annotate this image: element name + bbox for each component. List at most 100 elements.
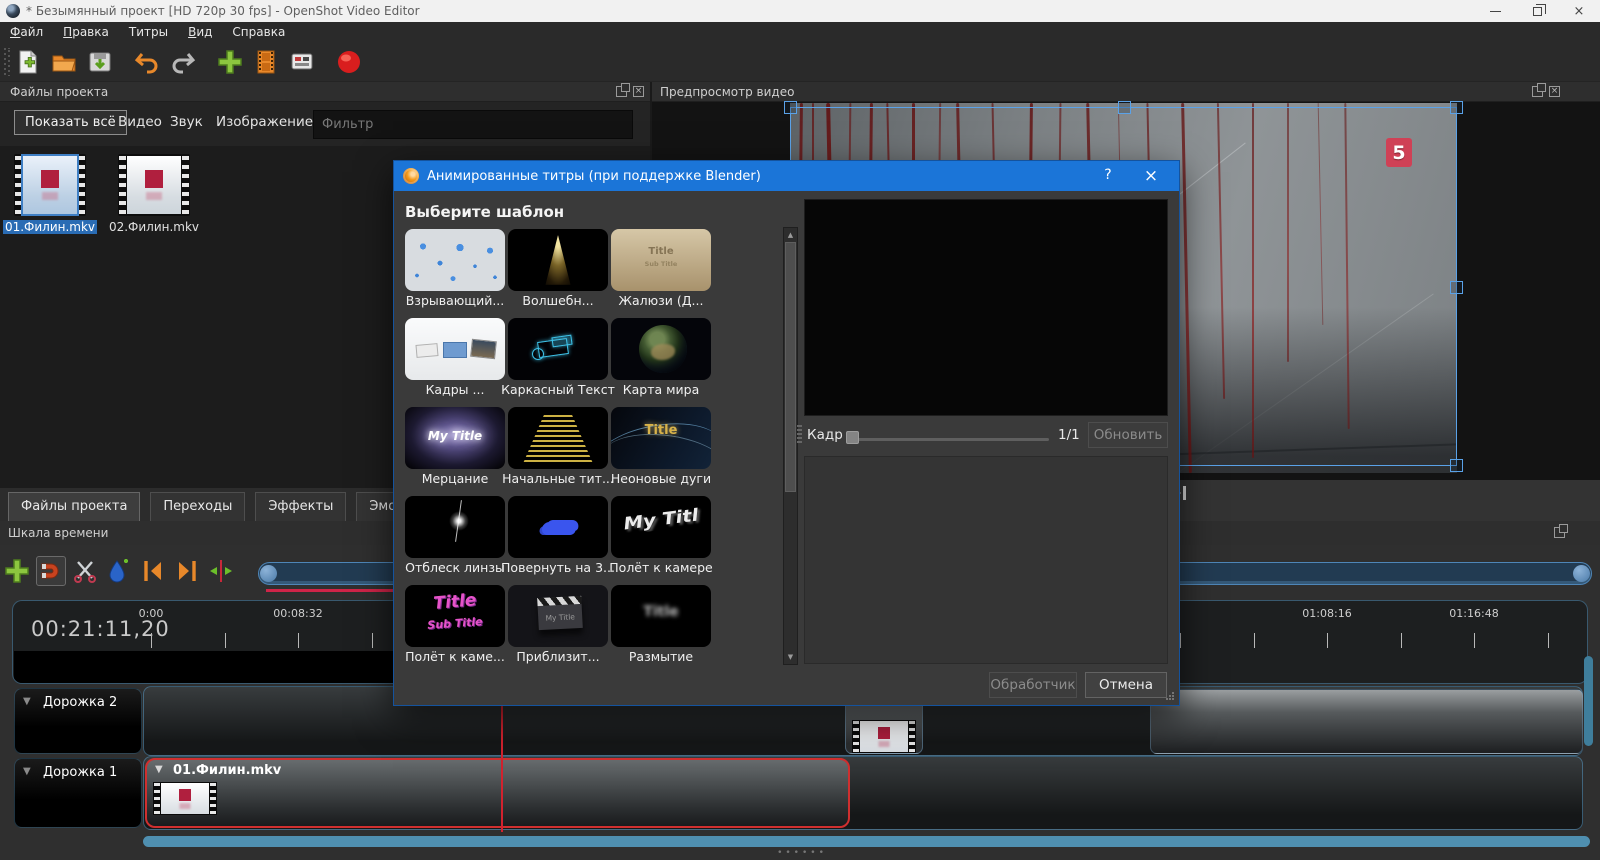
center-playhead-button[interactable] [206, 556, 236, 586]
filter-tab-2[interactable]: Видео [118, 114, 162, 130]
dialog-close-button[interactable]: × [1141, 166, 1161, 186]
files-panel-float-icon[interactable] [616, 86, 627, 97]
template-thumbnail [508, 496, 608, 558]
menu-item-1[interactable]: Файл [0, 23, 53, 41]
filter-tab-3[interactable]: Звук [170, 114, 203, 130]
tab-2[interactable]: Переходы [150, 492, 245, 521]
template-scrollbar[interactable]: ▲ ▼ [783, 227, 798, 665]
dialog-resize-grip[interactable] [1165, 691, 1175, 701]
dialog-title: Анимированные титры (при поддержке Blend… [427, 169, 761, 184]
choose-profile-button[interactable] [251, 47, 281, 77]
scroll-down-icon[interactable]: ▼ [784, 653, 797, 661]
frame-slider-track[interactable] [846, 438, 1049, 441]
timeline-clip-selected[interactable]: ▼ 01.Филин.mkv [145, 758, 850, 828]
openshot-window: * Безымянный проект [HD 720p 30 fps] - O… [0, 0, 1600, 860]
tab-3[interactable]: Эффекты [255, 492, 346, 521]
timeline-vertical-scrollbar[interactable] [1584, 656, 1593, 746]
fullscreen-button[interactable] [287, 47, 317, 77]
transform-handle-right-mid[interactable] [1450, 281, 1463, 294]
template-thumbnail [405, 318, 505, 380]
redo-button[interactable] [168, 47, 198, 77]
snapping-toggle[interactable] [36, 556, 66, 586]
menu-item-5[interactable]: Справка [222, 23, 295, 41]
save-project-button[interactable] [85, 47, 115, 77]
previous-marker-button[interactable] [138, 556, 168, 586]
add-marker-button[interactable] [104, 556, 134, 586]
ruler-tick-label: 00:08:32 [273, 607, 322, 620]
zoom-slider-right-handle[interactable] [1573, 565, 1590, 582]
timeline-horizontal-scrollbar[interactable] [143, 836, 1590, 847]
ruler-tick-label: 01:08:16 [1302, 607, 1351, 620]
ruler-tick [1327, 633, 1328, 648]
files-filter-bar: Показать всёВидео Звук Изображение [0, 102, 650, 146]
import-files-button[interactable] [215, 47, 245, 77]
blender-icon [403, 168, 419, 184]
animated-titles-dialog: Анимированные титры (при поддержке Blend… [393, 160, 1180, 706]
scroll-up-icon[interactable]: ▲ [784, 231, 797, 239]
transform-handle-top-left[interactable] [784, 101, 797, 114]
filter-input[interactable] [313, 110, 633, 139]
restore-button[interactable] [1516, 0, 1558, 22]
panel-splitter-handle[interactable]: •••••• [762, 848, 842, 858]
transform-handle-top-right[interactable] [1450, 101, 1463, 114]
tab-1[interactable]: Файлы проекта [8, 492, 140, 521]
next-marker-button[interactable] [172, 556, 202, 586]
export-video-button[interactable] [334, 47, 364, 77]
ruler-tick [225, 633, 226, 648]
minimize-button[interactable] [1474, 0, 1516, 22]
undo-button[interactable] [132, 47, 162, 77]
thumb-text: Title [611, 423, 711, 438]
add-track-button[interactable] [2, 556, 32, 586]
open-project-button[interactable] [49, 47, 79, 77]
template-thumbnail: TitleSub Title [611, 229, 711, 291]
cancel-button[interactable]: Отмена [1085, 672, 1167, 698]
razor-button[interactable] [70, 556, 100, 586]
preview-panel-close-icon[interactable]: × [1549, 86, 1560, 97]
chevron-down-icon[interactable]: ▼ [23, 696, 31, 707]
template-label: Каркасный Текст [500, 382, 616, 397]
file-thumbnail-1[interactable] [14, 154, 86, 216]
render-button[interactable]: Обработчик [989, 672, 1077, 698]
transform-handle-top-mid[interactable] [1118, 101, 1131, 114]
template-label: Полёт к камере [603, 560, 719, 575]
track-header-1[interactable]: ▼ Дорожка 1 [14, 758, 142, 828]
template-thumbnail [405, 229, 505, 291]
filter-tab-1[interactable]: Показать всё [14, 110, 127, 135]
preview-panel-float-icon[interactable] [1532, 86, 1543, 97]
frame-slider-handle[interactable] [846, 431, 859, 444]
filter-tab-4[interactable]: Изображение [216, 114, 313, 130]
menu-item-3[interactable]: Титры [119, 23, 178, 41]
track-header-2[interactable]: ▼ Дорожка 2 [14, 688, 142, 754]
clip-name: 01.Филин.mkv [173, 763, 281, 778]
file-thumbnail-2[interactable] [118, 154, 190, 216]
template-label: Карта мира [603, 382, 719, 397]
frame-row-grip [797, 425, 802, 443]
ruler-tick [1254, 633, 1255, 648]
dialog-help-button[interactable]: ? [1099, 167, 1117, 183]
menu-item-2[interactable]: Правка [53, 23, 119, 41]
template-thumbnail: Title [611, 407, 711, 469]
menu-item-4[interactable]: Вид [178, 23, 222, 41]
chevron-down-icon[interactable]: ▼ [23, 766, 31, 777]
minimize-icon [1490, 11, 1501, 12]
zoom-slider-left-handle[interactable] [260, 565, 277, 582]
timeline-panel-float-icon[interactable] [1554, 527, 1565, 538]
timeline-clip-3[interactable] [1150, 689, 1583, 754]
files-panel-title: Файлы проекта [10, 85, 108, 99]
toolbar-grip[interactable] [4, 48, 10, 76]
chevron-down-icon[interactable]: ▼ [155, 764, 163, 775]
dialog-titlebar[interactable]: Анимированные титры (при поддержке Blend… [394, 161, 1179, 191]
scrollbar-thumb[interactable] [785, 242, 796, 492]
new-project-button[interactable] [13, 47, 43, 77]
files-panel-close-icon[interactable]: × [633, 86, 644, 97]
preview-panel-title: Предпросмотр видео [660, 85, 794, 99]
thumb-text: Title [405, 588, 505, 617]
template-label: Повернуть на 3... [500, 560, 616, 575]
thumb-text: My Titl [611, 503, 711, 537]
transform-handle-bottom-right[interactable] [1450, 459, 1463, 472]
close-icon: × [1574, 5, 1585, 18]
thumb-text: Sub Title [611, 260, 711, 268]
template-thumbnail: My Title [405, 407, 505, 469]
close-button[interactable]: × [1558, 0, 1600, 22]
refresh-button[interactable]: Обновить [1088, 422, 1168, 448]
